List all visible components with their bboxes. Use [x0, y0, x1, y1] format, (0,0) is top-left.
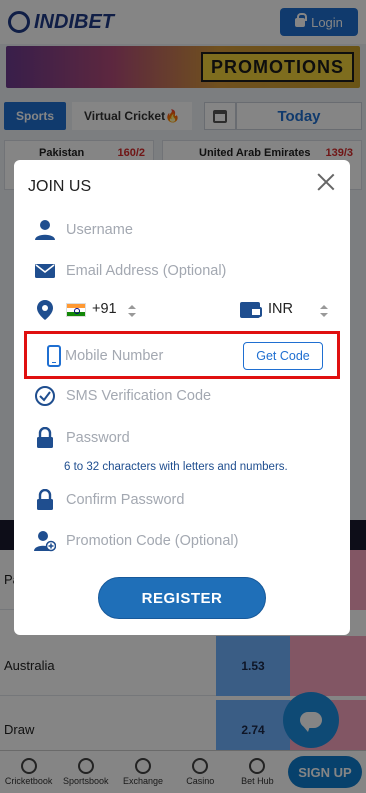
mail-icon	[35, 264, 55, 278]
mobile-phone-icon	[47, 345, 61, 367]
mobile-number-field: Get Code	[24, 331, 340, 379]
user-add-icon	[34, 531, 56, 552]
dial-code-chevron-icon[interactable]	[128, 305, 136, 317]
email-input[interactable]	[66, 253, 326, 289]
sms-row	[14, 378, 350, 414]
join-modal: JOIN US +91 INR Get Code	[14, 160, 350, 635]
location-pin-icon	[37, 300, 53, 320]
mobile-number-input[interactable]	[65, 340, 235, 372]
currency-chevron-icon[interactable]	[320, 305, 328, 317]
confirm-password-input[interactable]	[66, 482, 326, 518]
promo-code-row	[14, 523, 350, 559]
india-flag-icon[interactable]	[66, 303, 86, 317]
confirm-password-row	[14, 482, 350, 518]
password-input[interactable]	[66, 420, 326, 456]
lock-icon	[37, 489, 53, 510]
promotion-code-input[interactable]	[66, 523, 326, 559]
username-input[interactable]	[66, 212, 326, 248]
password-row	[14, 420, 350, 456]
close-icon[interactable]	[316, 172, 336, 192]
currency-select[interactable]: INR	[268, 301, 293, 317]
check-circle-icon	[35, 386, 55, 406]
sms-code-input[interactable]	[66, 378, 326, 414]
register-button[interactable]: REGISTER	[98, 577, 266, 619]
username-row	[14, 212, 350, 248]
wallet-icon	[240, 302, 262, 318]
modal-title: JOIN US	[28, 178, 92, 195]
lock-icon	[37, 427, 53, 448]
get-code-button[interactable]: Get Code	[243, 342, 323, 370]
country-currency-row: +91 INR	[14, 292, 350, 328]
password-hint: 6 to 32 characters with letters and numb…	[64, 461, 288, 473]
dial-code-select[interactable]: +91	[92, 301, 117, 317]
user-icon	[35, 220, 55, 240]
email-row	[14, 253, 350, 289]
